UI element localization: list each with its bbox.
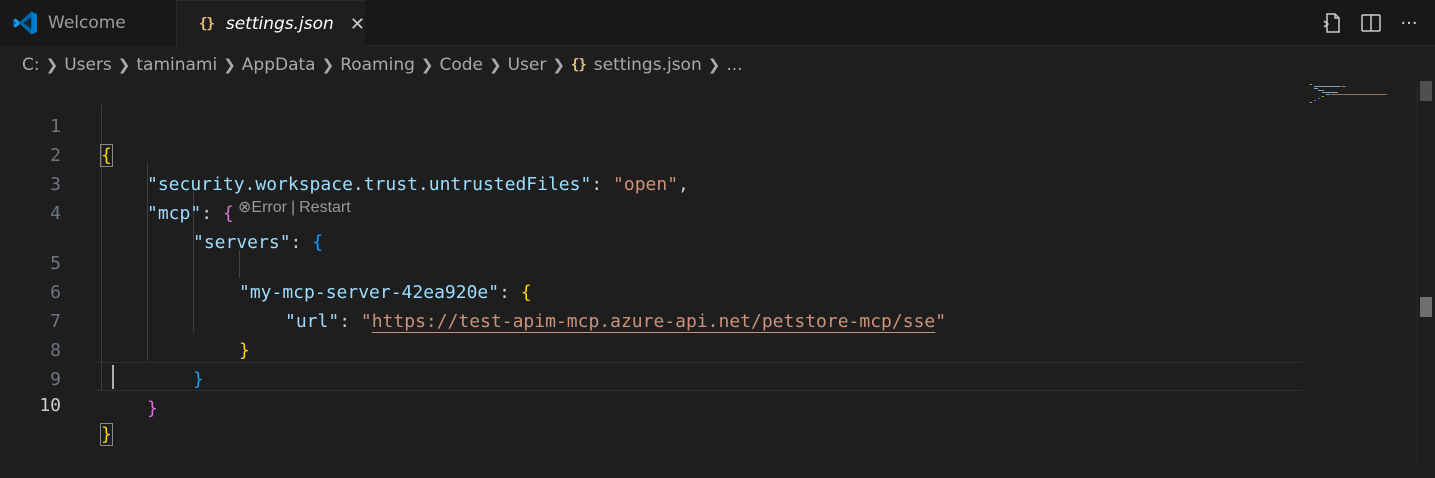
minimap[interactable] <box>1308 83 1408 123</box>
brace: } <box>147 398 158 419</box>
error-circle-icon: ⊗ <box>238 199 252 216</box>
code-line: 4 "servers": { <box>0 170 1303 253</box>
breadcrumb-item-roaming[interactable]: Roaming <box>340 55 415 75</box>
chevron-right-icon: ❯ <box>489 56 502 74</box>
line-number: 10 <box>39 395 61 416</box>
codelens-error[interactable]: Error <box>251 199 287 216</box>
codelens: ⊗Error | Restart <box>238 196 351 220</box>
brace: } <box>100 423 113 446</box>
scrollbar-thumb[interactable] <box>1420 81 1432 101</box>
code-content: } <box>147 394 158 423</box>
tab-bar: Welcome {} settings.json ✕ ··· <box>0 0 1435 47</box>
more-actions-icon[interactable]: ··· <box>1397 11 1421 35</box>
code-line: 3 "mcp": { <box>0 141 1303 224</box>
breadcrumb-item-taminami[interactable]: taminami <box>136 55 217 75</box>
tab-settings-json[interactable]: {} settings.json ✕ <box>177 0 365 47</box>
breadcrumb-item-appdata[interactable]: AppData <box>242 55 316 75</box>
vertical-scrollbar[interactable] <box>1417 83 1435 465</box>
chevron-right-icon: ❯ <box>552 56 565 74</box>
code-line: 7 } <box>0 278 1303 361</box>
code-line: 6 "url": "https://test-apim-mcp.azure-ap… <box>0 249 1303 332</box>
codelens-separator: | <box>290 199 296 216</box>
breadcrumb: C: ❯ Users ❯ taminami ❯ AppData ❯ Roamin… <box>0 47 1435 83</box>
open-settings-icon[interactable] <box>1321 11 1345 35</box>
text-cursor <box>112 365 114 389</box>
code-line: 5 "my-mcp-server-42ea920e": { <box>0 220 1303 303</box>
codelens-restart[interactable]: Restart <box>299 199 351 216</box>
code-line: 9 } <box>0 336 1303 419</box>
tab-label: Welcome <box>48 13 126 33</box>
breadcrumb-item-code[interactable]: Code <box>439 55 483 75</box>
code-content: } <box>100 420 113 449</box>
code-line: 8 } <box>0 307 1303 390</box>
split-editor-icon[interactable] <box>1359 11 1383 35</box>
breadcrumb-item-user[interactable]: User <box>508 55 547 75</box>
json-braces-icon: {} <box>199 16 215 32</box>
chevron-right-icon: ❯ <box>117 56 131 74</box>
breadcrumb-item-drive[interactable]: C: <box>22 55 40 75</box>
editor-actions: ··· <box>1321 0 1435 46</box>
code-editor[interactable]: 1 { 2 "security.workspace.trust.untruste… <box>0 81 1435 465</box>
json-braces-icon: {} <box>570 57 587 73</box>
tab-welcome[interactable]: Welcome <box>0 0 177 46</box>
chevron-right-icon: ❯ <box>420 56 434 74</box>
code-line: 10 } <box>0 362 1303 446</box>
tab-label: settings.json <box>225 14 334 34</box>
breadcrumb-item-ellipsis[interactable]: ... <box>726 55 742 75</box>
chevron-right-icon: ❯ <box>707 56 721 74</box>
scrollbar-cursor-marker <box>1420 297 1432 317</box>
breadcrumb-item-users[interactable]: Users <box>64 55 112 75</box>
code-line: 1 { <box>0 83 1303 167</box>
close-icon[interactable]: ✕ <box>350 14 365 35</box>
chevron-right-icon: ❯ <box>321 56 335 74</box>
chevron-right-icon: ❯ <box>223 56 236 74</box>
code-line: 2 "security.workspace.trust.untrustedFil… <box>0 112 1303 195</box>
breadcrumb-item-settings-json[interactable]: settings.json <box>594 55 702 75</box>
chevron-right-icon: ❯ <box>45 56 59 74</box>
vscode-logo-icon <box>13 11 37 35</box>
